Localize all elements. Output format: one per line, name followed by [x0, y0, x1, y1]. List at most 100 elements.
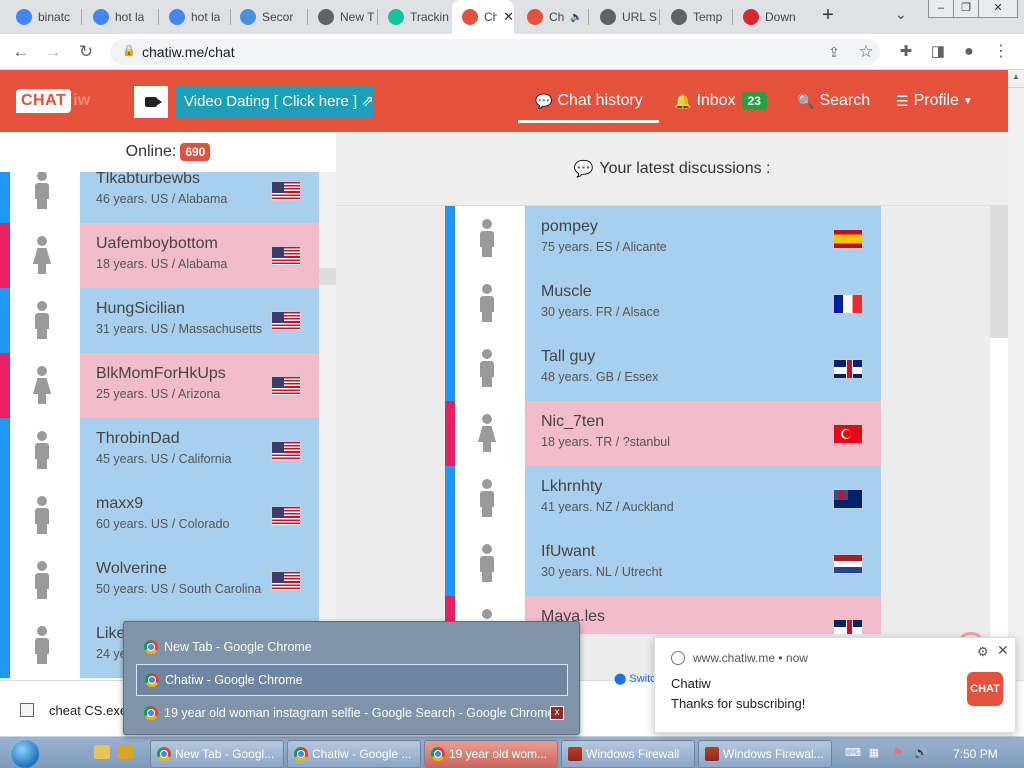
- user-meta: 18 years. TR / ?stanbul: [541, 435, 671, 449]
- chrome-icon: [144, 640, 158, 654]
- es-flag-icon: [833, 229, 863, 249]
- online-count-badge: 690: [180, 143, 211, 161]
- switcher-item[interactable]: 19 year old woman instagram selfie - Goo…: [136, 697, 568, 729]
- notification-time: now: [785, 651, 808, 665]
- windows-orb-icon: [10, 739, 40, 768]
- online-count-header: Online: 690: [0, 132, 336, 172]
- taskbar-task[interactable]: New Tab - Googl...: [150, 740, 284, 768]
- explorer-icon[interactable]: [94, 745, 110, 759]
- switcher-item-label: 19 year old woman instagram selfie - Goo…: [164, 706, 555, 720]
- taskbar-task[interactable]: Chatiw - Google ...: [287, 740, 421, 768]
- network-icon[interactable]: ▦: [867, 747, 881, 759]
- switcher-close-button[interactable]: x: [550, 706, 564, 720]
- notification-source: www.chatiw.me • now: [671, 651, 808, 665]
- page-scrollbar[interactable]: ▲: [1008, 70, 1024, 680]
- windows-taskbar: New Tab - Googl... Chatiw - Google ... 1…: [0, 736, 1024, 768]
- chrome-icon: [157, 747, 171, 761]
- user-card[interactable]: Muscle 30 years. FR / Alsace: [525, 271, 881, 336]
- username: IfUwant: [541, 543, 596, 560]
- male-avatar-icon: [477, 284, 497, 324]
- download-filename[interactable]: cheat CS.exe: [49, 703, 127, 718]
- media-icon[interactable]: [117, 745, 133, 759]
- language-icon[interactable]: ⌨: [845, 747, 861, 759]
- notification-title: Chatiw: [671, 676, 711, 691]
- nz-flag-icon: [833, 489, 863, 509]
- male-avatar-icon: [477, 479, 497, 519]
- taskbar-clock[interactable]: 7:50 PM: [953, 747, 998, 761]
- discussions-scrollbar[interactable]: [990, 206, 1008, 680]
- taskbar-task-label: 19 year old wom...: [449, 747, 548, 761]
- scroll-up-arrow[interactable]: ▲: [1008, 72, 1024, 88]
- gender-strip: [445, 336, 455, 401]
- notification-message: Thanks for subscribing!: [671, 696, 806, 711]
- switcher-item-selected[interactable]: Chatiw - Google Chrome: [136, 664, 568, 696]
- avatar-cell: [455, 531, 525, 596]
- taskbar-task-label: Windows Firewal...: [723, 747, 824, 761]
- user-row[interactable]: Muscle 30 years. FR / Alsace: [445, 271, 881, 336]
- user-card[interactable]: Lkhrnhty 41 years. NZ / Auckland: [525, 466, 881, 531]
- chrome-icon: [431, 747, 445, 761]
- user-row[interactable]: IfUwant 30 years. NL / Utrecht: [445, 531, 881, 596]
- chrome-icon: [145, 673, 159, 687]
- user-meta: 30 years. FR / Alsace: [541, 305, 660, 319]
- firewall-icon: [705, 747, 719, 761]
- tr-flag-icon: [833, 424, 863, 444]
- chrome-icon: [671, 651, 685, 665]
- female-avatar-icon: [477, 414, 497, 454]
- gender-strip: [445, 401, 455, 466]
- gender-strip: [445, 271, 455, 336]
- user-meta: 48 years. GB / Essex: [541, 370, 659, 384]
- taskbar-task-label: Windows Firewall: [586, 747, 680, 761]
- user-row[interactable]: Tall guy 48 years. GB / Essex: [445, 336, 881, 401]
- gear-icon[interactable]: ⚙: [977, 644, 989, 660]
- security-alert-icon[interactable]: ⚑: [891, 747, 905, 759]
- user-card[interactable]: pompey 75 years. ES / Alicante: [525, 206, 881, 271]
- gb-flag-icon: [833, 619, 863, 634]
- online-label: Online:: [125, 143, 177, 160]
- male-avatar-icon: [477, 349, 497, 389]
- switch-link-label: Switc: [629, 673, 656, 685]
- user-card[interactable]: Nic_7ten 18 years. TR / ?stanbul: [525, 401, 881, 466]
- username: Lkhrnhty: [541, 478, 603, 495]
- nl-flag-icon: [833, 554, 863, 574]
- fr-flag-icon: [833, 294, 863, 314]
- avatar-cell: [455, 401, 525, 466]
- avatar-cell: [455, 206, 525, 271]
- gender-strip: [445, 206, 455, 271]
- username: Nic_7ten: [541, 413, 605, 430]
- file-icon: [20, 703, 34, 717]
- avatar-cell: [455, 271, 525, 336]
- avatar-cell: [455, 336, 525, 401]
- male-avatar-icon: [477, 219, 497, 259]
- username: Muscle: [541, 283, 592, 300]
- username: Maya.les: [541, 608, 606, 625]
- volume-icon[interactable]: 🔊: [914, 747, 928, 759]
- taskbar-task-label: New Tab - Googl...: [175, 747, 275, 761]
- taskbar-task[interactable]: Windows Firewal...: [698, 740, 832, 768]
- user-row[interactable]: Nic_7ten 18 years. TR / ?stanbul: [445, 401, 881, 466]
- gb-flag-icon: [833, 359, 863, 379]
- taskbar-task[interactable]: Windows Firewall: [561, 740, 695, 768]
- switch-icon: ⬤: [614, 673, 627, 685]
- close-icon[interactable]: ✕: [997, 642, 1009, 659]
- user-meta: 30 years. NL / Utrecht: [541, 565, 663, 579]
- user-card[interactable]: IfUwant 30 years. NL / Utrecht: [525, 531, 881, 596]
- switcher-item-label: Chatiw - Google Chrome: [165, 673, 303, 687]
- switcher-item[interactable]: New Tab - Google Chrome: [136, 631, 568, 663]
- notification-toast[interactable]: www.chatiw.me • now ⚙ ✕ Chatiw Thanks fo…: [654, 637, 1016, 733]
- user-row[interactable]: pompey 75 years. ES / Alicante: [445, 206, 881, 271]
- discussions-list: pompey 75 years. ES / Alicante Muscle 30 ye…: [0, 0, 1008, 680]
- chrome-icon: [144, 706, 158, 720]
- username: Tall guy: [541, 348, 596, 365]
- switch-link[interactable]: ⬤ Switc: [614, 672, 656, 685]
- gender-strip: [445, 531, 455, 596]
- start-button[interactable]: [4, 737, 44, 768]
- user-card[interactable]: Tall guy 48 years. GB / Essex: [525, 336, 881, 401]
- firewall-icon: [568, 747, 582, 761]
- notification-logo: CHAT: [967, 672, 1003, 706]
- discussions-scroll-thumb[interactable]: [990, 206, 1008, 338]
- gender-strip: [445, 466, 455, 531]
- user-row[interactable]: Lkhrnhty 41 years. NZ / Auckland: [445, 466, 881, 531]
- taskbar-task-active[interactable]: 19 year old wom...: [424, 740, 558, 768]
- user-meta: 41 years. NZ / Auckland: [541, 500, 674, 514]
